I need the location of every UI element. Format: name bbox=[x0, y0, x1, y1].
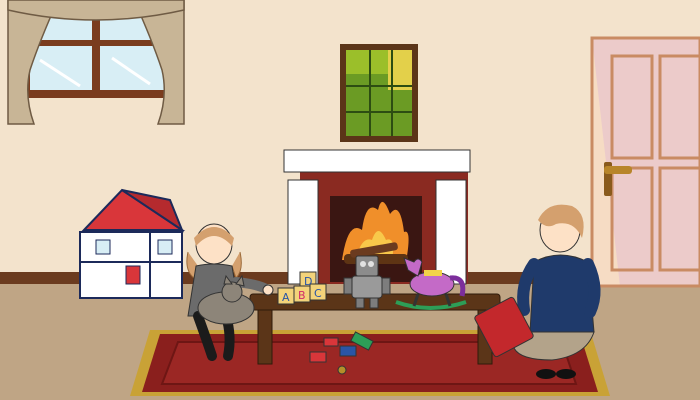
block-letter-d: D bbox=[304, 275, 312, 288]
block-letter-a: A bbox=[282, 291, 290, 304]
living-room-scene: A B C D bbox=[0, 0, 700, 400]
wall-painting[interactable] bbox=[340, 44, 418, 142]
block-letter-c: C bbox=[314, 287, 322, 300]
block-letter-b: B bbox=[298, 289, 306, 302]
hidden-scene-label: living-room-playtime bbox=[0, 0, 10, 1]
